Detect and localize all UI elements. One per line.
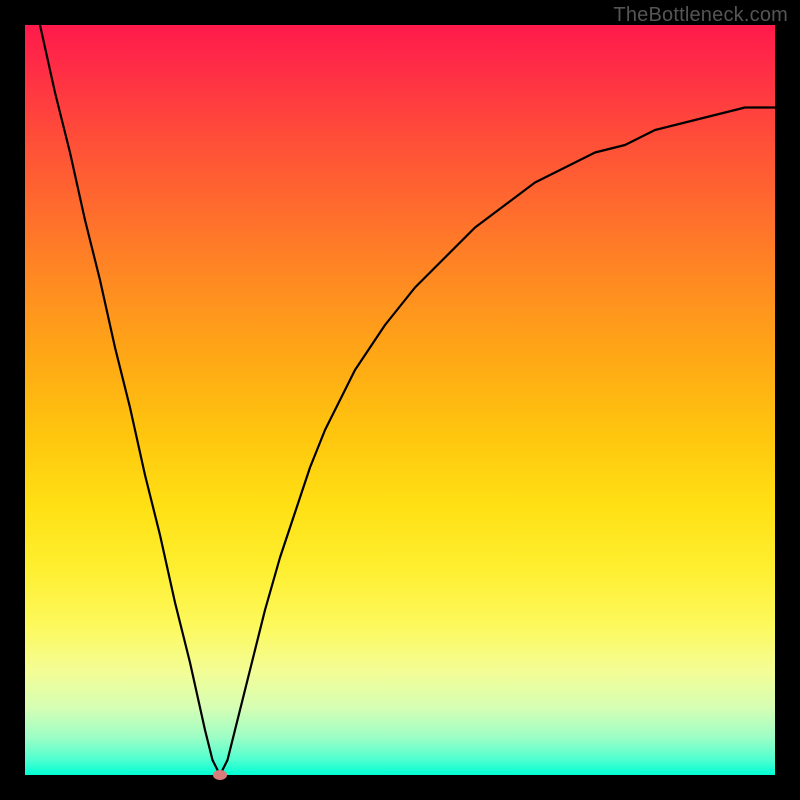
- plot-area: [25, 25, 775, 775]
- chart-frame: TheBottleneck.com: [0, 0, 800, 800]
- minimum-marker: [213, 770, 227, 780]
- watermark-text: TheBottleneck.com: [613, 4, 788, 27]
- bottleneck-curve: [25, 25, 775, 775]
